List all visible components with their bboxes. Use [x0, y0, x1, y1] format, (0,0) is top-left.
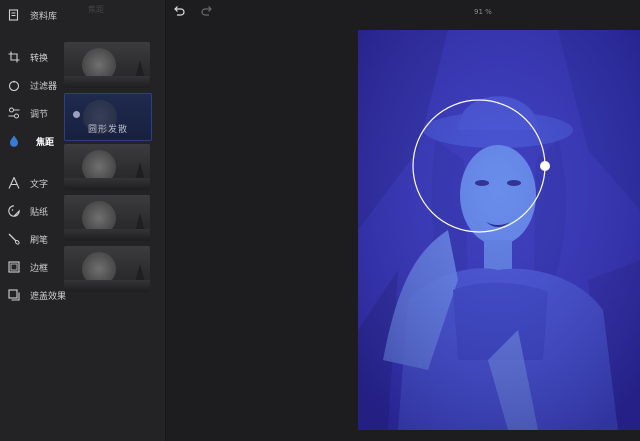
overlay-icon — [8, 289, 20, 301]
sidebar-item-label: 焦距 — [36, 137, 55, 148]
focus-option-thumbnail[interactable] — [64, 144, 150, 190]
photo-canvas[interactable] — [358, 30, 640, 430]
sidebar-item-label: 刷笔 — [30, 235, 49, 246]
undo-button[interactable] — [172, 4, 186, 18]
sidebar-item-label: 调节 — [30, 109, 49, 120]
focus-option-radial[interactable]: 圆形发散 — [64, 93, 152, 141]
sidebar-item-filters[interactable]: 过滤器 — [0, 74, 64, 96]
crop-rotate-icon — [8, 51, 20, 63]
tools-sidebar: 焦距 资料库 转换 过滤器 调节 焦距 文字 贴纸 刷笔 边框 遮盖效果 圆形发… — [0, 0, 166, 441]
faded-header: 焦距 — [88, 5, 104, 14]
focus-drop-icon — [8, 135, 20, 147]
focus-option-thumbnail[interactable] — [64, 246, 150, 292]
selected-indicator-dot — [73, 111, 80, 118]
sticker-icon — [8, 205, 20, 217]
focus-option-thumbnail[interactable] — [64, 42, 150, 88]
redo-button[interactable] — [200, 4, 214, 18]
brush-icon — [8, 233, 20, 245]
sidebar-item-brush[interactable]: 刷笔 — [0, 228, 64, 250]
sidebar-item-label: 遮盖效果 — [30, 291, 67, 302]
filter-icon — [8, 79, 20, 91]
focus-option-label: 圆形发散 — [87, 125, 128, 135]
sidebar-item-stickers[interactable]: 贴纸 — [0, 200, 64, 222]
sidebar-item-adjust[interactable]: 调节 — [0, 102, 64, 124]
sidebar-item-overlay[interactable]: 遮盖效果 — [0, 284, 67, 306]
sidebar-item-label: 资料库 — [30, 11, 58, 22]
canvas-area: 91 % — [166, 0, 640, 441]
focus-ring-handle[interactable] — [540, 161, 550, 171]
sidebar-item-label: 贴纸 — [30, 207, 49, 218]
sidebar-item-focus[interactable]: 焦距 — [0, 130, 64, 152]
redo-icon — [201, 2, 213, 21]
adjust-sliders-icon — [8, 107, 20, 119]
sidebar-item-label: 过滤器 — [30, 81, 58, 92]
sidebar-item-text[interactable]: 文字 — [0, 172, 64, 194]
portrait-photo — [358, 30, 640, 430]
focus-option-thumbnail[interactable] — [64, 195, 150, 241]
library-icon — [8, 9, 20, 21]
text-icon — [8, 177, 20, 189]
sidebar-item-transform[interactable]: 转换 — [0, 46, 64, 68]
frame-icon — [8, 261, 20, 273]
sidebar-item-label: 文字 — [30, 179, 49, 190]
sidebar-item-frames[interactable]: 边框 — [0, 256, 64, 278]
sidebar-item-library[interactable]: 资料库 — [0, 4, 64, 26]
zoom-level[interactable]: 91 % — [474, 8, 492, 16]
undo-icon — [173, 2, 185, 21]
sidebar-item-label: 边框 — [30, 263, 49, 274]
sidebar-item-label: 转换 — [30, 53, 49, 64]
